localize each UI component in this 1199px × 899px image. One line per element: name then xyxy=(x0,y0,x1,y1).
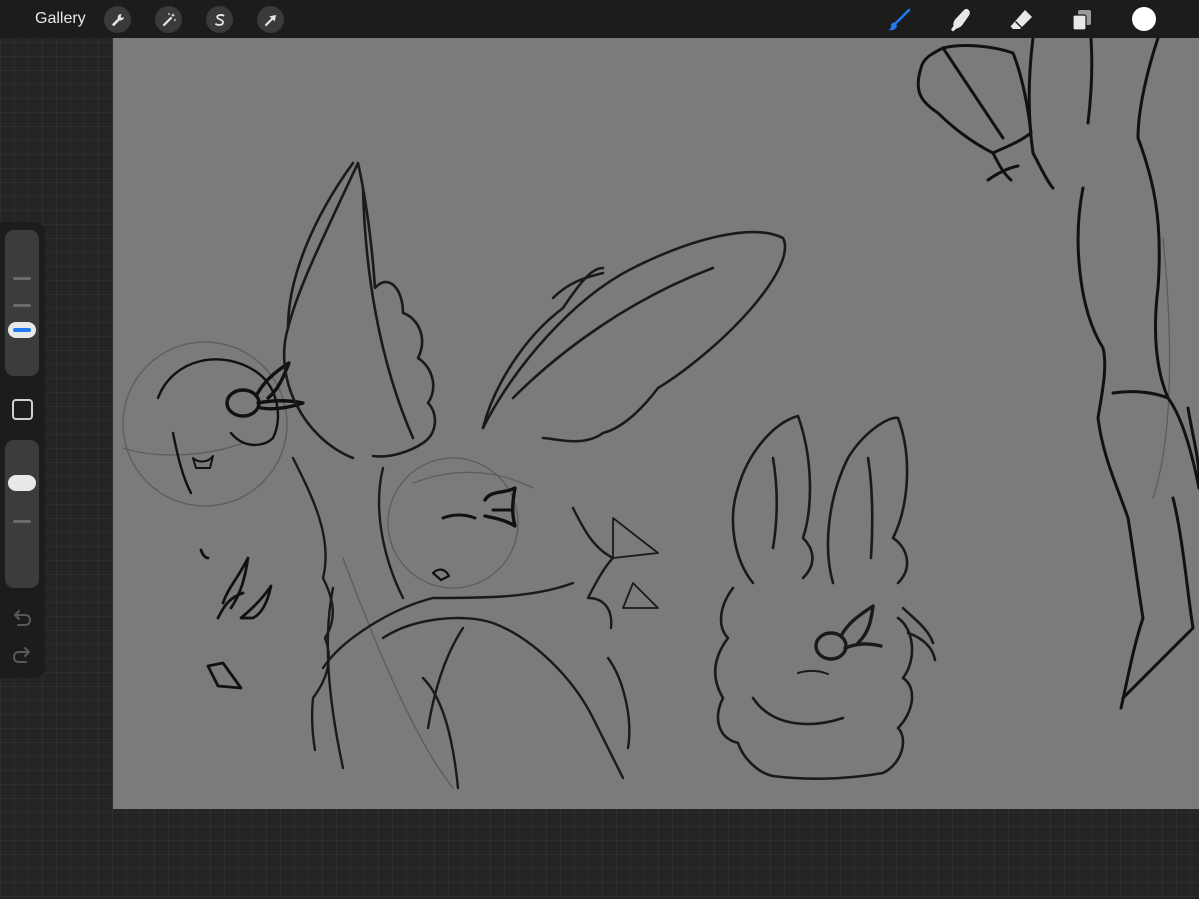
gallery-button[interactable]: Gallery xyxy=(35,9,86,29)
eraser-icon xyxy=(1010,10,1032,29)
redo-button[interactable] xyxy=(10,644,34,666)
modify-button[interactable] xyxy=(12,399,33,420)
wrench-icon xyxy=(111,13,124,26)
left-sidebar xyxy=(0,222,45,678)
procreate-app: Gallery xyxy=(0,0,1199,899)
layers-button[interactable] xyxy=(1068,6,1096,34)
selection-s-icon xyxy=(214,13,224,26)
brush-size-slider[interactable] xyxy=(5,230,39,376)
brush-size-handle[interactable] xyxy=(8,322,36,338)
redo-icon xyxy=(12,647,30,663)
smudge-finger-icon xyxy=(951,8,970,32)
transform-button[interactable] xyxy=(257,6,284,33)
undo-button[interactable] xyxy=(10,607,34,629)
size-tick xyxy=(13,277,31,280)
opacity-tick xyxy=(13,520,31,523)
adjustments-button[interactable] xyxy=(155,6,182,33)
size-tick xyxy=(13,304,31,307)
selection-button[interactable] xyxy=(206,6,233,33)
drawing-canvas[interactable] xyxy=(113,38,1199,809)
eraser-tool-button[interactable] xyxy=(1007,6,1035,34)
actions-button[interactable] xyxy=(104,6,131,33)
color-picker-button[interactable] xyxy=(1132,7,1156,31)
opacity-slider[interactable] xyxy=(5,440,39,588)
brush-icon xyxy=(888,8,911,31)
brush-tool-button[interactable] xyxy=(885,6,913,34)
smudge-tool-button[interactable] xyxy=(946,6,974,34)
top-toolbar: Gallery xyxy=(0,0,1199,38)
sketch-artwork xyxy=(122,38,1199,790)
layers-icon xyxy=(1072,10,1091,31)
undo-icon xyxy=(14,610,32,626)
magic-wand-icon xyxy=(162,12,176,26)
opacity-handle[interactable] xyxy=(8,475,36,491)
arrow-cursor-icon xyxy=(264,14,276,26)
